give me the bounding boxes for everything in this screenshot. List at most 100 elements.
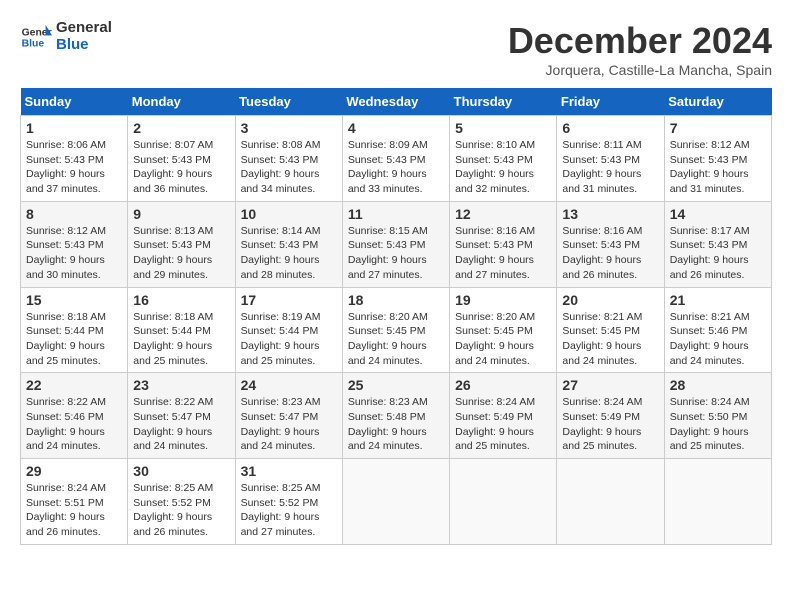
calendar-cell: 25 Sunrise: 8:23 AM Sunset: 5:48 PM Dayli… (342, 373, 449, 459)
day-number: 22 (26, 377, 122, 393)
calendar-cell: 4Sunrise: 8:09 AM Sunset: 5:43 PM Daylig… (342, 116, 449, 202)
day-info: Sunrise: 8:21 AM Sunset: 5:45 PM Dayligh… (562, 310, 658, 369)
calendar-cell: 9 Sunrise: 8:13 AM Sunset: 5:43 PM Daylig… (128, 201, 235, 287)
calendar-cell: 2 Sunrise: 8:07 AM Sunset: 5:43 PM Daylig… (128, 116, 235, 202)
day-number: 10 (241, 206, 337, 222)
calendar-cell (342, 459, 449, 545)
day-number: 6 (562, 120, 658, 136)
calendar-cell: 8 Sunrise: 8:12 AM Sunset: 5:43 PM Daylig… (21, 201, 128, 287)
calendar-cell: 26 Sunrise: 8:24 AM Sunset: 5:49 PM Dayli… (450, 373, 557, 459)
day-info: Sunrise: 8:17 AM Sunset: 5:43 PM Dayligh… (670, 224, 766, 283)
day-info: Sunrise: 8:18 AM Sunset: 5:44 PM Dayligh… (26, 310, 122, 369)
col-friday: Friday (557, 88, 664, 116)
svg-text:Blue: Blue (22, 38, 45, 49)
calendar-cell (664, 459, 771, 545)
day-number: 28 (670, 377, 766, 393)
calendar-table: Sunday Monday Tuesday Wednesday Thursday… (20, 88, 772, 545)
col-thursday: Thursday (450, 88, 557, 116)
calendar-cell: 23Sunrise: 8:22 AM Sunset: 5:47 PM Dayli… (128, 373, 235, 459)
day-info: Sunrise: 8:24 AM Sunset: 5:50 PM Dayligh… (670, 395, 766, 454)
day-number: 9 (133, 206, 229, 222)
page-header: General Blue General Blue December 2024 … (20, 20, 772, 78)
day-number: 15 (26, 292, 122, 308)
day-number: 13 (562, 206, 658, 222)
calendar-row: 22Sunrise: 8:22 AM Sunset: 5:46 PM Dayli… (21, 373, 772, 459)
calendar-cell: 3 Sunrise: 8:08 AM Sunset: 5:43 PM Daylig… (235, 116, 342, 202)
col-monday: Monday (128, 88, 235, 116)
day-info: Sunrise: 8:15 AM Sunset: 5:43 PM Dayligh… (348, 224, 444, 283)
day-number: 26 (455, 377, 551, 393)
calendar-row: 1Sunrise: 8:06 AM Sunset: 5:43 PM Daylig… (21, 116, 772, 202)
calendar-cell (450, 459, 557, 545)
day-number: 25 (348, 377, 444, 393)
calendar-cell: 1Sunrise: 8:06 AM Sunset: 5:43 PM Daylig… (21, 116, 128, 202)
day-number: 21 (670, 292, 766, 308)
day-info: Sunrise: 8:08 AM Sunset: 5:43 PM Dayligh… (241, 138, 337, 197)
day-number: 2 (133, 120, 229, 136)
day-info: Sunrise: 8:24 AM Sunset: 5:49 PM Dayligh… (455, 395, 551, 454)
calendar-cell: 31Sunrise: 8:25 AM Sunset: 5:52 PM Dayli… (235, 459, 342, 545)
day-info: Sunrise: 8:23 AM Sunset: 5:48 PM Dayligh… (348, 395, 444, 454)
day-info: Sunrise: 8:16 AM Sunset: 5:43 PM Dayligh… (455, 224, 551, 283)
location: Jorquera, Castille-La Mancha, Spain (508, 62, 772, 78)
col-tuesday: Tuesday (235, 88, 342, 116)
calendar-row: 8 Sunrise: 8:12 AM Sunset: 5:43 PM Daylig… (21, 201, 772, 287)
day-info: Sunrise: 8:16 AM Sunset: 5:43 PM Dayligh… (562, 224, 658, 283)
calendar-cell: 27 Sunrise: 8:24 AM Sunset: 5:49 PM Dayli… (557, 373, 664, 459)
day-number: 31 (241, 463, 337, 479)
day-number: 14 (670, 206, 766, 222)
day-number: 27 (562, 377, 658, 393)
day-number: 23 (133, 377, 229, 393)
day-number: 20 (562, 292, 658, 308)
calendar-cell: 6 Sunrise: 8:11 AM Sunset: 5:43 PM Daylig… (557, 116, 664, 202)
day-info: Sunrise: 8:12 AM Sunset: 5:43 PM Dayligh… (26, 224, 122, 283)
calendar-cell: 20 Sunrise: 8:21 AM Sunset: 5:45 PM Dayli… (557, 287, 664, 373)
day-info: Sunrise: 8:13 AM Sunset: 5:43 PM Dayligh… (133, 224, 229, 283)
calendar-cell: 29 Sunrise: 8:24 AM Sunset: 5:51 PM Dayli… (21, 459, 128, 545)
day-info: Sunrise: 8:23 AM Sunset: 5:47 PM Dayligh… (241, 395, 337, 454)
day-info: Sunrise: 8:21 AM Sunset: 5:46 PM Dayligh… (670, 310, 766, 369)
day-number: 16 (133, 292, 229, 308)
day-info: Sunrise: 8:09 AM Sunset: 5:43 PM Dayligh… (348, 138, 444, 197)
calendar-cell: 22Sunrise: 8:22 AM Sunset: 5:46 PM Dayli… (21, 373, 128, 459)
calendar-cell: 28 Sunrise: 8:24 AM Sunset: 5:50 PM Dayli… (664, 373, 771, 459)
calendar-cell: 16 Sunrise: 8:18 AM Sunset: 5:44 PM Dayli… (128, 287, 235, 373)
day-info: Sunrise: 8:24 AM Sunset: 5:49 PM Dayligh… (562, 395, 658, 454)
day-info: Sunrise: 8:14 AM Sunset: 5:43 PM Dayligh… (241, 224, 337, 283)
day-info: Sunrise: 8:12 AM Sunset: 5:43 PM Dayligh… (670, 138, 766, 197)
calendar-row: 15 Sunrise: 8:18 AM Sunset: 5:44 PM Dayli… (21, 287, 772, 373)
day-number: 8 (26, 206, 122, 222)
calendar-cell: 14 Sunrise: 8:17 AM Sunset: 5:43 PM Dayli… (664, 201, 771, 287)
day-number: 30 (133, 463, 229, 479)
calendar-cell: 24 Sunrise: 8:23 AM Sunset: 5:47 PM Dayli… (235, 373, 342, 459)
calendar-cell: 17 Sunrise: 8:19 AM Sunset: 5:44 PM Dayli… (235, 287, 342, 373)
day-info: Sunrise: 8:10 AM Sunset: 5:43 PM Dayligh… (455, 138, 551, 197)
calendar-cell: 7 Sunrise: 8:12 AM Sunset: 5:43 PM Daylig… (664, 116, 771, 202)
calendar-cell: 10 Sunrise: 8:14 AM Sunset: 5:43 PM Dayli… (235, 201, 342, 287)
day-number: 5 (455, 120, 551, 136)
col-saturday: Saturday (664, 88, 771, 116)
calendar-cell: 30Sunrise: 8:25 AM Sunset: 5:52 PM Dayli… (128, 459, 235, 545)
logo-general: General (56, 20, 112, 37)
day-number: 17 (241, 292, 337, 308)
day-number: 1 (26, 120, 122, 136)
calendar-cell (557, 459, 664, 545)
calendar-cell: 11 Sunrise: 8:15 AM Sunset: 5:43 PM Dayli… (342, 201, 449, 287)
day-info: Sunrise: 8:24 AM Sunset: 5:51 PM Dayligh… (26, 481, 122, 540)
day-info: Sunrise: 8:07 AM Sunset: 5:43 PM Dayligh… (133, 138, 229, 197)
col-sunday: Sunday (21, 88, 128, 116)
header-row: Sunday Monday Tuesday Wednesday Thursday… (21, 88, 772, 116)
day-info: Sunrise: 8:20 AM Sunset: 5:45 PM Dayligh… (455, 310, 551, 369)
day-number: 11 (348, 206, 444, 222)
day-number: 3 (241, 120, 337, 136)
day-info: Sunrise: 8:19 AM Sunset: 5:44 PM Dayligh… (241, 310, 337, 369)
calendar-row: 29 Sunrise: 8:24 AM Sunset: 5:51 PM Dayli… (21, 459, 772, 545)
logo: General Blue General Blue (20, 20, 112, 53)
day-number: 12 (455, 206, 551, 222)
day-number: 7 (670, 120, 766, 136)
col-wednesday: Wednesday (342, 88, 449, 116)
day-info: Sunrise: 8:18 AM Sunset: 5:44 PM Dayligh… (133, 310, 229, 369)
day-number: 29 (26, 463, 122, 479)
day-info: Sunrise: 8:11 AM Sunset: 5:43 PM Dayligh… (562, 138, 658, 197)
day-number: 24 (241, 377, 337, 393)
